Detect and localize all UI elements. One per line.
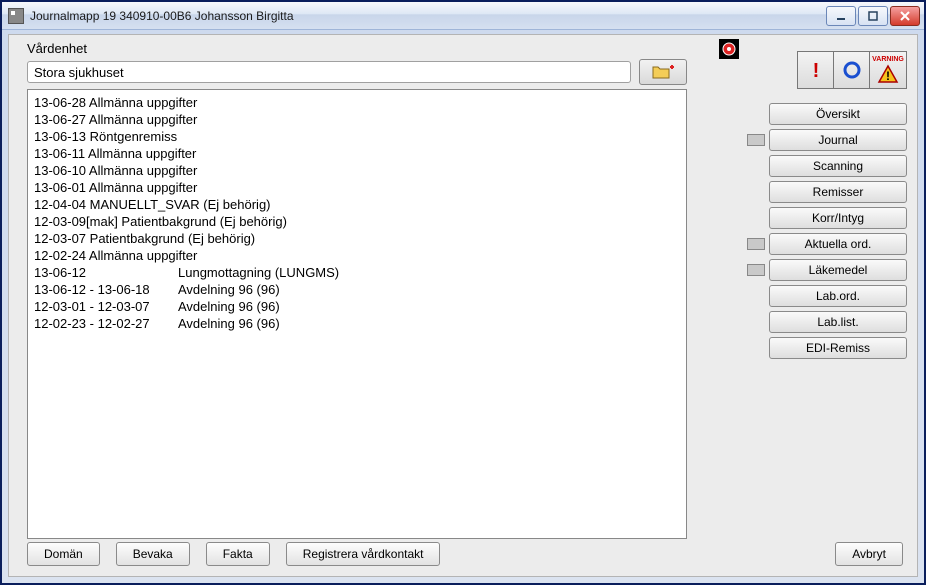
titlebar: Journalmapp 19 340910-00B6 Johansson Bir… xyxy=(2,2,924,30)
side-row: Scanning xyxy=(747,155,907,177)
entry-date: 13-06-12 - 13-06-18 xyxy=(34,281,178,298)
entry-text: Avdelning 96 (96) xyxy=(178,316,280,331)
side-row: Remisser xyxy=(747,181,907,203)
app-window: Journalmapp 19 340910-00B6 Johansson Bir… xyxy=(0,0,926,585)
alert-warning-button[interactable]: VARNING ! xyxy=(870,52,906,88)
list-item[interactable]: 12-02-23 - 12-02-27Avdelning 96 (96) xyxy=(34,315,680,332)
registrera-button[interactable]: Registrera vårdkontakt xyxy=(286,542,441,566)
side-row: Lab.list. xyxy=(747,311,907,333)
care-unit-field[interactable]: Stora sjukhuset xyxy=(27,61,631,83)
side-button-scanning[interactable]: Scanning xyxy=(769,155,907,177)
side-button-versikt[interactable]: Översikt xyxy=(769,103,907,125)
entries-list[interactable]: 13-06-28 Allmänna uppgifter13-06-27 Allm… xyxy=(27,89,687,539)
entry-date: 13-06-12 xyxy=(34,264,178,281)
bevaka-button[interactable]: Bevaka xyxy=(116,542,190,566)
side-row: Läkemedel xyxy=(747,259,907,281)
warning-triangle-icon: ! xyxy=(877,64,899,84)
fakta-button[interactable]: Fakta xyxy=(206,542,270,566)
side-indicator xyxy=(747,134,765,146)
side-row: Korr/Intyg xyxy=(747,207,907,229)
client-area: Vårdenhet Stora sjukhuset 13-06-28 Allmä… xyxy=(8,34,918,577)
side-row: Översikt xyxy=(747,103,907,125)
close-icon xyxy=(899,10,911,22)
list-item[interactable]: 13-06-12Lungmottagning (LUNGMS) xyxy=(34,264,680,281)
list-item[interactable]: 13-06-28 Allmänna uppgifter xyxy=(34,94,680,111)
side-nav: Översikt Journal Scanning Remisser Korr/Inty… xyxy=(747,103,907,359)
close-button[interactable] xyxy=(890,6,920,26)
alert-circle-button[interactable] xyxy=(834,52,870,88)
side-button-edi-remiss[interactable]: EDI-Remiss xyxy=(769,337,907,359)
entry-date: 12-02-23 - 12-02-27 xyxy=(34,315,178,332)
list-item[interactable]: 13-06-12 - 13-06-18Avdelning 96 (96) xyxy=(34,281,680,298)
maximize-icon xyxy=(867,10,879,22)
window-title: Journalmapp 19 340910-00B6 Johansson Bir… xyxy=(30,9,826,23)
care-unit-label: Vårdenhet xyxy=(27,41,87,56)
side-button-lab-list[interactable]: Lab.list. xyxy=(769,311,907,333)
side-indicator xyxy=(747,264,765,276)
entry-text: Lungmottagning (LUNGMS) xyxy=(178,265,339,280)
avbryt-button[interactable]: Avbryt xyxy=(835,542,903,566)
list-item[interactable]: 12-03-07 Patientbakgrund (Ej behörig) xyxy=(34,230,680,247)
side-button-journal[interactable]: Journal xyxy=(769,129,907,151)
svg-text:!: ! xyxy=(886,69,890,83)
side-row: EDI-Remiss xyxy=(747,337,907,359)
list-item[interactable]: 13-06-01 Allmänna uppgifter xyxy=(34,179,680,196)
side-button-aktuella-ord[interactable]: Aktuella ord. xyxy=(769,233,907,255)
side-row: Lab.ord. xyxy=(747,285,907,307)
doman-button[interactable]: Domän xyxy=(27,542,100,566)
entry-date: 12-03-01 - 12-03-07 xyxy=(34,298,178,315)
entry-text: Avdelning 96 (96) xyxy=(178,282,280,297)
bottom-button-row: Domän Bevaka Fakta Registrera vårdkontak… xyxy=(27,542,440,566)
list-item[interactable]: 12-03-01 - 12-03-07Avdelning 96 (96) xyxy=(34,298,680,315)
entry-text: Avdelning 96 (96) xyxy=(178,299,280,314)
side-row: Aktuella ord. xyxy=(747,233,907,255)
status-indicator-icon xyxy=(719,39,739,59)
alert-strip: ! VARNING ! xyxy=(797,51,907,89)
side-button-lab-ord[interactable]: Lab.ord. xyxy=(769,285,907,307)
minimize-icon xyxy=(835,10,847,22)
maximize-button[interactable] xyxy=(858,6,888,26)
side-button-l-kemedel[interactable]: Läkemedel xyxy=(769,259,907,281)
list-item[interactable]: 12-03-09[mak] Patientbakgrund (Ej behöri… xyxy=(34,213,680,230)
list-item[interactable]: 12-02-24 Allmänna uppgifter xyxy=(34,247,680,264)
minimize-button[interactable] xyxy=(826,6,856,26)
side-row: Journal xyxy=(747,129,907,151)
list-item[interactable]: 13-06-11 Allmänna uppgifter xyxy=(34,145,680,162)
alert-exclaim-button[interactable]: ! xyxy=(798,52,834,88)
window-controls xyxy=(826,6,920,26)
list-item[interactable]: 13-06-10 Allmänna uppgifter xyxy=(34,162,680,179)
side-indicator xyxy=(747,238,765,250)
exclaim-icon: ! xyxy=(808,59,824,81)
warning-label: VARNING xyxy=(872,56,904,64)
side-button-korr-intyg[interactable]: Korr/Intyg xyxy=(769,207,907,229)
svg-text:!: ! xyxy=(812,60,819,81)
app-icon xyxy=(8,8,24,24)
list-item[interactable]: 12-04-04 MANUELLT_SVAR (Ej behörig) xyxy=(34,196,680,213)
side-button-remisser[interactable]: Remisser xyxy=(769,181,907,203)
circle-icon xyxy=(842,60,862,80)
browse-folder-button[interactable] xyxy=(639,59,687,85)
list-item[interactable]: 13-06-27 Allmänna uppgifter xyxy=(34,111,680,128)
list-item[interactable]: 13-06-13 Röntgenremiss xyxy=(34,128,680,145)
folder-plus-icon xyxy=(652,64,674,80)
